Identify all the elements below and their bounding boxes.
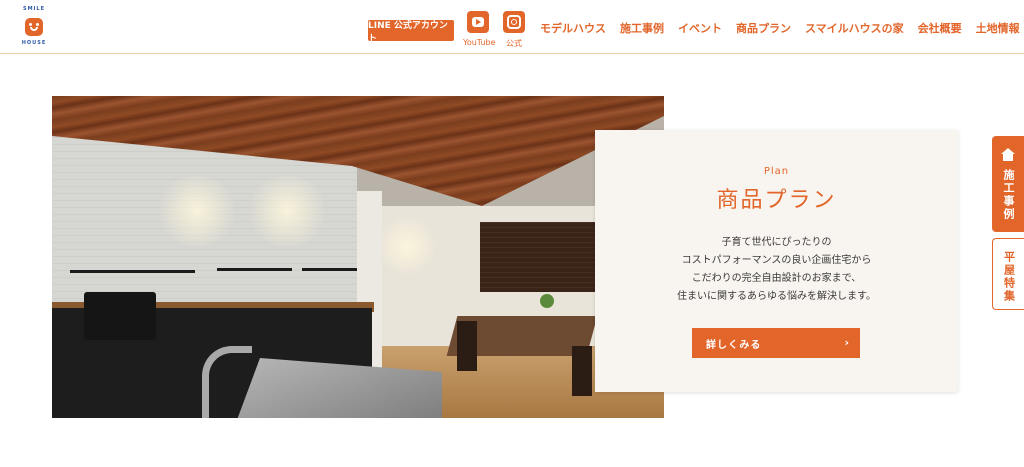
view-details-label: 詳しくみる	[706, 339, 762, 351]
site-logo[interactable]: SMILE HOUSE	[14, 6, 54, 50]
instagram-link[interactable]: 公式	[499, 11, 529, 49]
house-icon	[1001, 148, 1015, 161]
nav-model-house[interactable]: モデルハウス	[540, 20, 606, 36]
main-nav: モデルハウス 施工事例 イベント 商品プラン スマイルハウスの家 会社概要 土地…	[540, 20, 1020, 36]
card-description-line: こだわりの完全自由設計のお家まで、	[691, 273, 862, 284]
smile-face-icon	[25, 18, 43, 36]
side-tab-label: 平屋特集	[1002, 251, 1016, 303]
instagram-icon	[503, 11, 525, 33]
card-description: 子育て世代にぴったりの コストパフォーマンスの良い企画住宅から こだわりの完全自…	[595, 234, 958, 306]
youtube-label: YouTube	[463, 38, 496, 47]
logo-top-text: SMILE	[22, 6, 46, 12]
view-details-button[interactable]: 詳しくみる ›	[692, 328, 860, 358]
nav-land-info[interactable]: 土地情報	[976, 20, 1020, 36]
nav-smile-house-home[interactable]: スマイルハウスの家	[805, 20, 904, 36]
logo-bottom-text: HOUSE	[21, 40, 47, 46]
site-header: SMILE HOUSE LINE 公式アカウント YouTube 公式 モデルハ…	[0, 0, 1024, 54]
side-tab-label: 施工事例	[1002, 169, 1015, 221]
instagram-label: 公式	[506, 39, 522, 48]
youtube-link[interactable]: YouTube	[463, 11, 496, 47]
card-description-line: 子育て世代にぴったりの	[721, 237, 832, 248]
card-description-line: 住まいに関するあらゆる悩みを解決します。	[677, 291, 876, 302]
nav-events[interactable]: イベント	[678, 20, 722, 36]
card-title: 商品プラン	[716, 188, 837, 213]
product-plan-card: Plan 商品プラン 子育て世代にぴったりの コストパフォーマンスの良い企画住宅…	[595, 130, 958, 392]
nav-company[interactable]: 会社概要	[918, 20, 962, 36]
line-official-account-button[interactable]: LINE 公式アカウント	[368, 20, 454, 44]
youtube-icon	[467, 11, 489, 33]
side-tab-construction-cases[interactable]: 施工事例	[992, 136, 1024, 232]
nav-product-plans[interactable]: 商品プラン	[736, 20, 791, 36]
chevron-right-icon: ›	[844, 336, 850, 349]
nav-construction-cases[interactable]: 施工事例	[620, 20, 664, 36]
card-description-line: コストパフォーマンスの良い企画住宅から	[681, 255, 872, 266]
card-eyebrow: Plan	[763, 166, 790, 177]
side-tab-one-story-feature[interactable]: 平屋特集	[992, 238, 1024, 310]
hero-interior-photo	[52, 96, 664, 418]
